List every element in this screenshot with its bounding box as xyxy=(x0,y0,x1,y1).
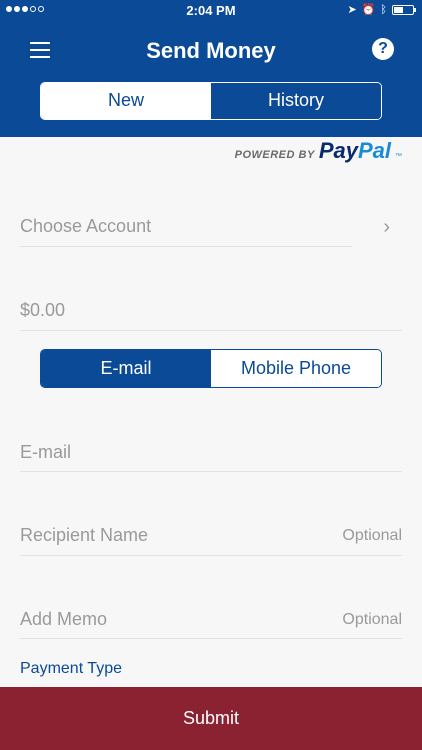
status-bar: 2:04 PM ➤ ⏰ ᛒ xyxy=(0,0,422,22)
email-divider xyxy=(20,471,402,472)
bluetooth-icon: ᛒ xyxy=(380,3,387,16)
contact-type-tabs: E-mail Mobile Phone xyxy=(40,349,382,388)
submit-button[interactable]: Submit xyxy=(0,687,422,750)
paypal-logo-part1: Pay xyxy=(318,138,358,163)
tab-email[interactable]: E-mail xyxy=(41,350,211,387)
paypal-trademark: ™ xyxy=(395,153,402,160)
amount-divider xyxy=(20,330,402,331)
account-divider xyxy=(20,246,352,247)
app-header: Send Money ? New History xyxy=(0,22,422,137)
page-title: Send Money xyxy=(146,38,276,63)
memo-optional-hint: Optional xyxy=(342,611,402,628)
recipient-divider xyxy=(20,555,402,556)
paypal-logo-part2: Pal xyxy=(357,138,391,163)
memo-input[interactable]: Add Memo xyxy=(20,609,107,630)
help-question-icon[interactable]: ? xyxy=(372,38,394,60)
recipient-optional-hint: Optional xyxy=(342,527,402,544)
view-tabs: New History xyxy=(40,82,382,120)
battery-icon xyxy=(392,4,416,15)
location-icon: ➤ xyxy=(347,4,357,16)
chevron-right-icon[interactable]: › xyxy=(383,216,390,239)
tab-mobile-phone[interactable]: Mobile Phone xyxy=(211,350,381,387)
amount-input[interactable]: $0.00 xyxy=(20,300,65,321)
powered-by-text: POWERED BY xyxy=(234,149,315,161)
powered-by-paypal: POWERED BY Pay Pal ™ xyxy=(235,138,402,164)
alarm-icon: ⏰ xyxy=(361,4,376,16)
recipient-name-input[interactable]: Recipient Name xyxy=(20,525,148,546)
tab-history[interactable]: History xyxy=(211,83,381,119)
tab-new[interactable]: New xyxy=(41,83,211,119)
memo-divider xyxy=(20,638,402,639)
choose-account-field[interactable]: Choose Account xyxy=(20,216,151,237)
payment-type-label: Payment Type xyxy=(20,660,122,677)
status-icons: ➤ ⏰ ᛒ xyxy=(347,3,416,16)
email-input[interactable]: E-mail xyxy=(20,442,71,463)
